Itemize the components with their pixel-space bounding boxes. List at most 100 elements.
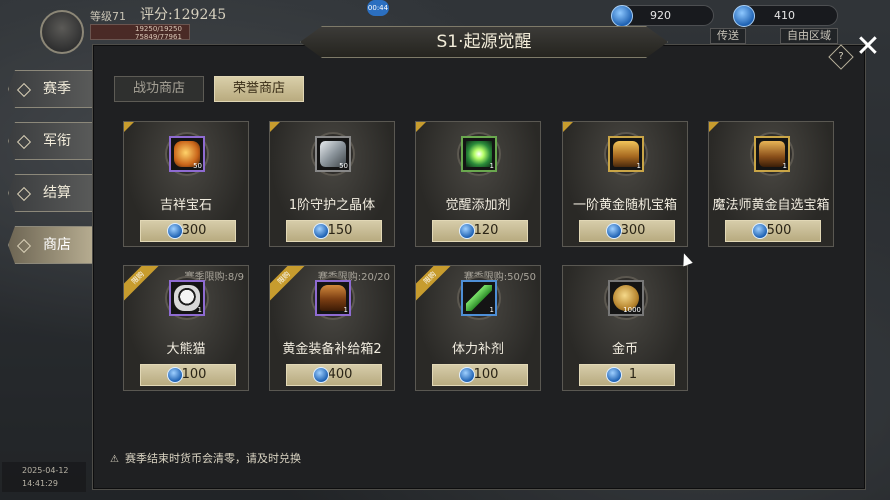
notice-text: 赛季结束时货币会清零，请及时兑换 <box>124 452 301 465</box>
exp-value: 75849/77961 <box>135 33 182 41</box>
item-name: 金币 <box>611 342 638 357</box>
tab-merit-shop[interactable]: 战功商店 <box>114 76 204 102</box>
help-icon: ? <box>838 51 844 62</box>
blue-coin-icon <box>752 223 768 239</box>
date-time-widget: 2025-04-12 14:41:29 <box>2 462 86 492</box>
limited-ribbon: 限购 <box>124 266 162 304</box>
buy-button[interactable]: 1 <box>579 364 675 386</box>
player-stats-bar: 19250/19250 75849/77961 <box>90 24 190 41</box>
blue-coin-icon <box>167 223 183 239</box>
item-price: 300 <box>181 223 207 238</box>
limited-ribbon: 限购 <box>270 266 308 304</box>
blue-coin-icon <box>313 223 329 239</box>
season-reset-notice: ⚠ 赛季结束时货币会清零，请及时兑换 <box>110 450 301 466</box>
currency-b[interactable]: 410 <box>733 5 838 27</box>
item-price: 150 <box>327 223 353 238</box>
item-price: 500 <box>766 223 792 238</box>
buy-button[interactable]: 100 <box>140 364 236 386</box>
buy-button[interactable]: 500 <box>725 220 821 242</box>
item-quantity: 1000 <box>623 306 641 314</box>
time-text: 14:41:29 <box>22 479 58 488</box>
shop-item-card[interactable]: 1 觉醒添加剂 120 <box>415 121 541 247</box>
item-price: 100 <box>181 367 207 382</box>
player-avatar[interactable] <box>40 10 84 54</box>
crystal-icon: 50 <box>315 136 351 172</box>
buy-button[interactable]: 120 <box>432 220 528 242</box>
buy-button[interactable]: 300 <box>579 220 675 242</box>
nav-settlement[interactable]: 结算 <box>8 174 96 212</box>
currency-b-value: 410 <box>774 9 795 22</box>
teleport-tab[interactable]: 传送 <box>710 28 746 44</box>
nav-rank[interactable]: 军衔 <box>8 122 96 160</box>
buy-button[interactable]: 100 <box>432 364 528 386</box>
item-name: 吉祥宝石 <box>159 198 212 213</box>
blue-coin-icon <box>611 5 633 27</box>
item-quantity: 1 <box>636 162 641 170</box>
blue-coin-icon <box>459 367 475 383</box>
close-button[interactable]: ✕ <box>852 32 884 64</box>
shop-item-card[interactable]: 50 吉祥宝石 300 <box>123 121 249 247</box>
awakening-additive-icon: 1 <box>461 136 497 172</box>
shop-item-card[interactable]: 1 一阶黄金随机宝箱 300 <box>562 121 688 247</box>
item-name: 黄金装备补给箱2 <box>282 342 382 357</box>
player-score: 评分:129245 <box>140 7 227 23</box>
buy-button[interactable]: 150 <box>286 220 382 242</box>
item-quantity: 50 <box>193 162 202 170</box>
free-zone-tab[interactable]: 自由区域 <box>780 28 838 44</box>
supply-chest-icon: 1 <box>315 280 351 316</box>
warning-icon: ⚠ <box>110 454 119 465</box>
blue-coin-icon <box>606 367 622 383</box>
item-quantity: 1 <box>489 162 494 170</box>
limited-ribbon: 限购 <box>416 266 454 304</box>
item-name: 大熊猫 <box>166 342 206 357</box>
item-name: 魔法师黄金自选宝箱 <box>712 198 830 213</box>
item-name: 1阶守护之晶体 <box>288 198 376 213</box>
item-quantity: 1 <box>782 162 787 170</box>
panda-icon: 1 <box>169 280 205 316</box>
blue-coin-icon <box>167 367 183 383</box>
item-price: 120 <box>473 223 499 238</box>
date-text: 2025-04-12 <box>22 466 69 475</box>
corner-marker <box>270 122 280 132</box>
item-quantity: 1 <box>343 306 348 314</box>
item-price: 1 <box>628 367 638 382</box>
blue-coin-icon <box>313 367 329 383</box>
corner-marker <box>416 122 426 132</box>
buy-button[interactable]: 400 <box>286 364 382 386</box>
player-level: 等级71 <box>90 10 126 23</box>
item-name: 体力补剂 <box>451 342 504 357</box>
shop-item-card[interactable]: 1 魔法师黄金自选宝箱 500 <box>708 121 834 247</box>
ribbon-label: 限购 <box>416 266 454 304</box>
currency-a[interactable]: 920 <box>611 5 714 27</box>
item-quantity: 1 <box>489 306 494 314</box>
blue-coin-icon <box>606 223 622 239</box>
currency-a-value: 920 <box>650 9 671 22</box>
stamina-potion-icon: 1 <box>461 280 497 316</box>
golden-chest-icon: 1 <box>608 136 644 172</box>
shop-item-card[interactable]: 50 1阶守护之晶体 150 <box>269 121 395 247</box>
mage-chest-icon: 1 <box>754 136 790 172</box>
hp-value: 19250/19250 <box>135 25 182 33</box>
item-quantity: 1 <box>197 306 202 314</box>
corner-marker <box>709 122 719 132</box>
item-price: 300 <box>620 223 646 238</box>
blue-coin-icon <box>459 223 475 239</box>
buy-button[interactable]: 300 <box>140 220 236 242</box>
item-name: 一阶黄金随机宝箱 <box>572 198 677 213</box>
shop-item-card[interactable]: 限购 赛季限购:50/50 1 体力补剂 100 <box>415 265 541 391</box>
gold-coin-icon: 1000 <box>608 280 644 316</box>
ribbon-label: 限购 <box>124 266 162 304</box>
item-name: 觉醒添加剂 <box>445 198 511 213</box>
nav-shop[interactable]: 商店 <box>8 226 96 264</box>
item-price: 400 <box>327 367 353 382</box>
corner-marker <box>563 122 573 132</box>
ribbon-label: 限购 <box>270 266 308 304</box>
tab-honor-shop[interactable]: 荣誉商店 <box>214 76 304 102</box>
clock-badge: 00:44 <box>367 0 389 16</box>
corner-marker <box>124 122 134 132</box>
shop-item-card[interactable]: 限购 赛季限购:8/9 1 大熊猫 100 <box>123 265 249 391</box>
nav-season[interactable]: 赛季 <box>8 70 96 108</box>
shop-item-card[interactable]: 1000 金币 1 <box>562 265 688 391</box>
item-quantity: 50 <box>339 162 348 170</box>
shop-item-card[interactable]: 限购 赛季限购:20/20 1 黄金装备补给箱2 400 <box>269 265 395 391</box>
